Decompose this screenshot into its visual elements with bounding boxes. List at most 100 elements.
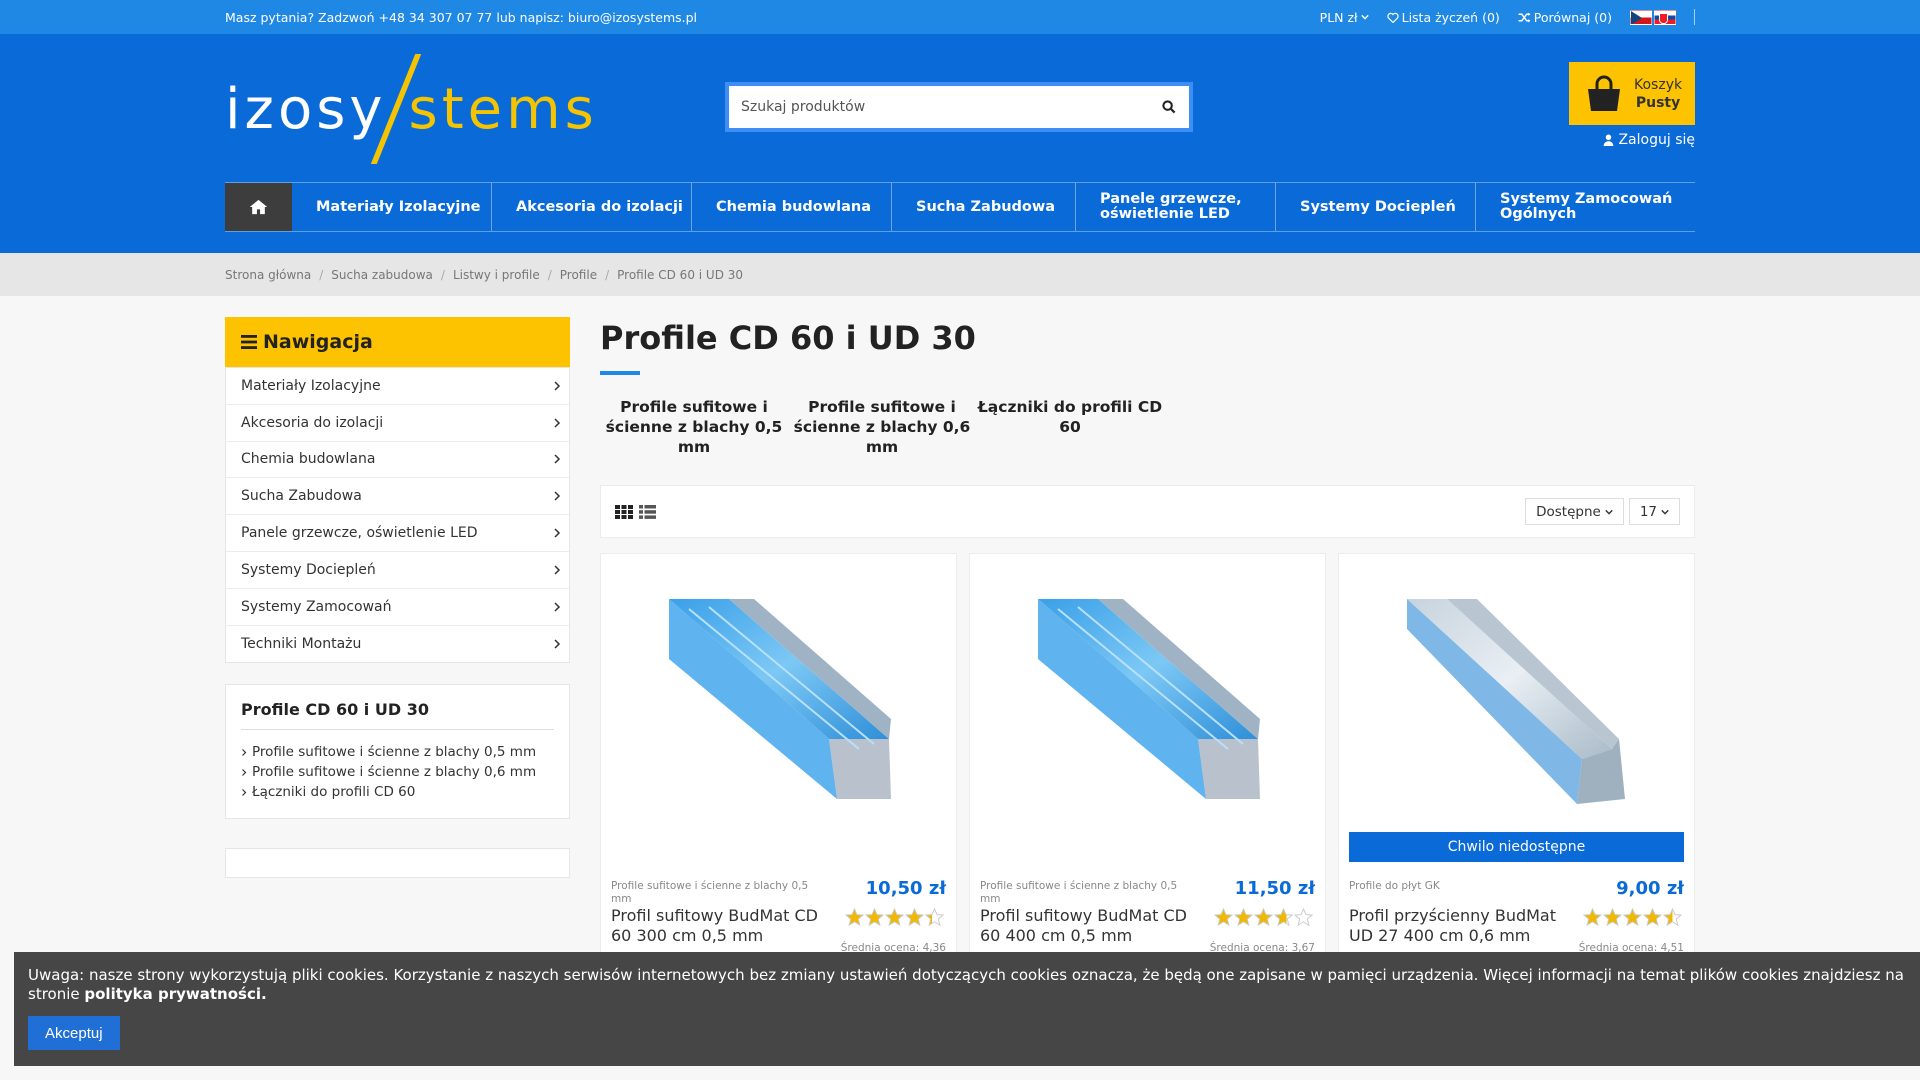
product-category[interactable]: Profile sufitowe i ścienne z blachy 0,5 … [611, 880, 821, 906]
product-price: 10,50 zł [865, 878, 946, 899]
product-price: 9,00 zł [1616, 878, 1684, 899]
grid-view-icon[interactable] [615, 504, 633, 519]
cookie-text: Uwaga: nasze strony wykorzystują pliki c… [28, 966, 1904, 1003]
sidebar: Nawigacja Materiały Izolacyjne Akcesoria… [225, 317, 570, 879]
product-image[interactable] [1397, 599, 1637, 809]
product-name[interactable]: Profil sufitowy BudMat CD 60 300 cm 0,5 … [611, 906, 831, 946]
subcategory-box: Profile CD 60 i UD 30 Profile sufitowe i… [225, 684, 570, 820]
accept-cookies-button[interactable]: Akceptuj [28, 1016, 120, 1050]
rating-stars [1214, 908, 1313, 927]
product-card[interactable]: Chwilo niedostępne Profile do płyt GK 9,… [1338, 553, 1695, 973]
star-icon [1274, 908, 1293, 927]
home-button[interactable] [225, 183, 292, 231]
nav-item-panele[interactable]: Panele grzewcze, oświetlenie LED [1076, 183, 1276, 231]
heart-icon [1386, 12, 1399, 23]
chevron-right-icon [242, 748, 247, 756]
header: izosy stems KoszykPusty Zaloguj się Mate… [0, 34, 1920, 253]
product-category[interactable]: Profile do płyt GK [1349, 880, 1559, 893]
chevron-right-icon [554, 565, 561, 575]
sidebar-item-zamocowania[interactable]: Systemy Zamocowań [226, 589, 569, 626]
star-icon [925, 908, 944, 927]
sidebar-item-sucha[interactable]: Sucha Zabudowa [226, 478, 569, 516]
product-image[interactable] [659, 599, 899, 809]
subcategory-tile[interactable]: Profile sufitowe i ścienne z blachy 0,6 … [788, 397, 976, 457]
subcategory-link[interactable]: Profile sufitowe i ścienne z blachy 0,6 … [241, 762, 554, 782]
subcategory-tile[interactable]: Profile sufitowe i ścienne z blachy 0,5 … [600, 397, 788, 457]
product-card[interactable]: Profile sufitowe i ścienne z blachy 0,5 … [969, 553, 1326, 973]
rating-stars [1583, 908, 1682, 927]
star-icon [1603, 908, 1622, 927]
privacy-policy-link[interactable]: polityka prywatności. [84, 985, 266, 1003]
search-input[interactable] [729, 86, 1149, 128]
shopping-bag-icon [1588, 75, 1620, 111]
breadcrumb-item[interactable]: Listwy i profile [453, 268, 540, 282]
nav-item-sucha-zabudowa[interactable]: Sucha Zabudowa [892, 183, 1076, 231]
user-icon [1604, 134, 1614, 146]
breadcrumb-item[interactable]: Strona główna [225, 268, 311, 282]
nav-item-chemia[interactable]: Chemia budowlana [692, 183, 892, 231]
star-icon [1234, 908, 1253, 927]
title-underline [600, 371, 640, 375]
sidebar-item-chemia[interactable]: Chemia budowlana [226, 442, 569, 479]
chevron-right-icon [242, 788, 247, 796]
breadcrumb: Strona główna / Sucha zabudowa / Listwy i … [0, 253, 1920, 296]
star-icon [1254, 908, 1273, 927]
breadcrumb-item[interactable]: Sucha zabudowa [331, 268, 433, 282]
shuffle-icon [1518, 12, 1531, 22]
sidebar-item-panele[interactable]: Panele grzewcze, oświetlenie LED [226, 515, 569, 552]
site-logo[interactable]: izosy stems [225, 54, 598, 164]
home-icon [249, 199, 268, 215]
sort-select[interactable]: Dostępne [1525, 498, 1624, 525]
nav-item-akcesoria[interactable]: Akcesoria do izolacji [492, 183, 692, 231]
subcategory-link[interactable]: Profile sufitowe i ścienne z blachy 0,5 … [241, 742, 554, 762]
top-bar: Masz pytania? Zadzwoń +48 34 307 07 77 l… [0, 0, 1920, 34]
empty-widget [225, 848, 570, 879]
product-image[interactable] [1028, 599, 1268, 809]
cart-button[interactable]: Koszyk Pusty [1569, 62, 1695, 125]
product-grid: Profile sufitowe i ścienne z blachy 0,5 … [600, 553, 1695, 973]
chevron-right-icon [554, 454, 561, 465]
subcategory-tile[interactable]: Łączniki do profili CD 60 [976, 397, 1164, 457]
listing-toolbar: Dostępne 17 [600, 485, 1695, 538]
menu-icon [241, 335, 257, 349]
product-category[interactable]: Profile sufitowe i ścienne z blachy 0,5 … [980, 880, 1190, 906]
product-name[interactable]: Profil przyścienny BudMat UD 27 400 cm 0… [1349, 906, 1569, 946]
sidebar-header: Nawigacja [225, 317, 570, 367]
category-list: Materiały Izolacyjne Akcesoria do izolac… [225, 367, 570, 664]
rating-stars [845, 908, 944, 927]
divider [1694, 9, 1695, 25]
nav-item-systemy-zamocowan[interactable]: Systemy Zamocowań Ogólnych [1476, 183, 1695, 231]
currency-selector[interactable]: PLN zł [1320, 10, 1369, 25]
list-view-icon[interactable] [639, 504, 656, 519]
breadcrumb-item[interactable]: Profile [560, 268, 597, 282]
search-bar [725, 82, 1193, 132]
chevron-down-icon [1605, 509, 1613, 515]
per-page-select[interactable]: 17 [1628, 498, 1680, 525]
sidebar-item-docieplenia[interactable]: Systemy Dociepleń [226, 552, 569, 589]
chevron-right-icon [554, 528, 561, 538]
sidebar-item-materialy[interactable]: Materiały Izolacyjne [226, 368, 569, 405]
product-price: 11,50 zł [1234, 878, 1315, 899]
sidebar-item-akcesoria[interactable]: Akcesoria do izolacji [226, 405, 569, 442]
product-card[interactable]: Profile sufitowe i ścienne z blachy 0,5 … [600, 553, 957, 973]
nav-item-systemy-docieplen[interactable]: Systemy Dociepleń [1276, 183, 1476, 231]
sidebar-item-techniki[interactable]: Techniki Montażu [226, 626, 569, 663]
search-button[interactable] [1149, 86, 1189, 128]
login-link[interactable]: Zaloguj się [1603, 132, 1695, 148]
star-icon [1294, 908, 1313, 927]
chevron-right-icon [554, 491, 561, 501]
star-icon [1583, 908, 1602, 927]
compare-link[interactable]: Porównaj (0) [1518, 10, 1612, 25]
star-icon [1643, 908, 1662, 927]
product-name[interactable]: Profil sufitowy BudMat CD 60 400 cm 0,5 … [980, 906, 1200, 946]
nav-item-materialy-izolacyjne[interactable]: Materiały Izolacyjne [292, 183, 492, 231]
search-icon [1162, 100, 1176, 114]
subcategory-title: Profile CD 60 i UD 30 [241, 700, 554, 731]
subcategory-link[interactable]: Łączniki do profili CD 60 [241, 782, 554, 802]
star-icon [845, 908, 864, 927]
wishlist-link[interactable]: Lista życzeń (0) [1386, 10, 1500, 25]
chevron-right-icon [554, 381, 561, 391]
unavailable-badge: Chwilo niedostępne [1349, 832, 1684, 862]
slovak-flag-icon[interactable] [1654, 9, 1676, 25]
czech-flag-icon[interactable] [1630, 9, 1652, 25]
